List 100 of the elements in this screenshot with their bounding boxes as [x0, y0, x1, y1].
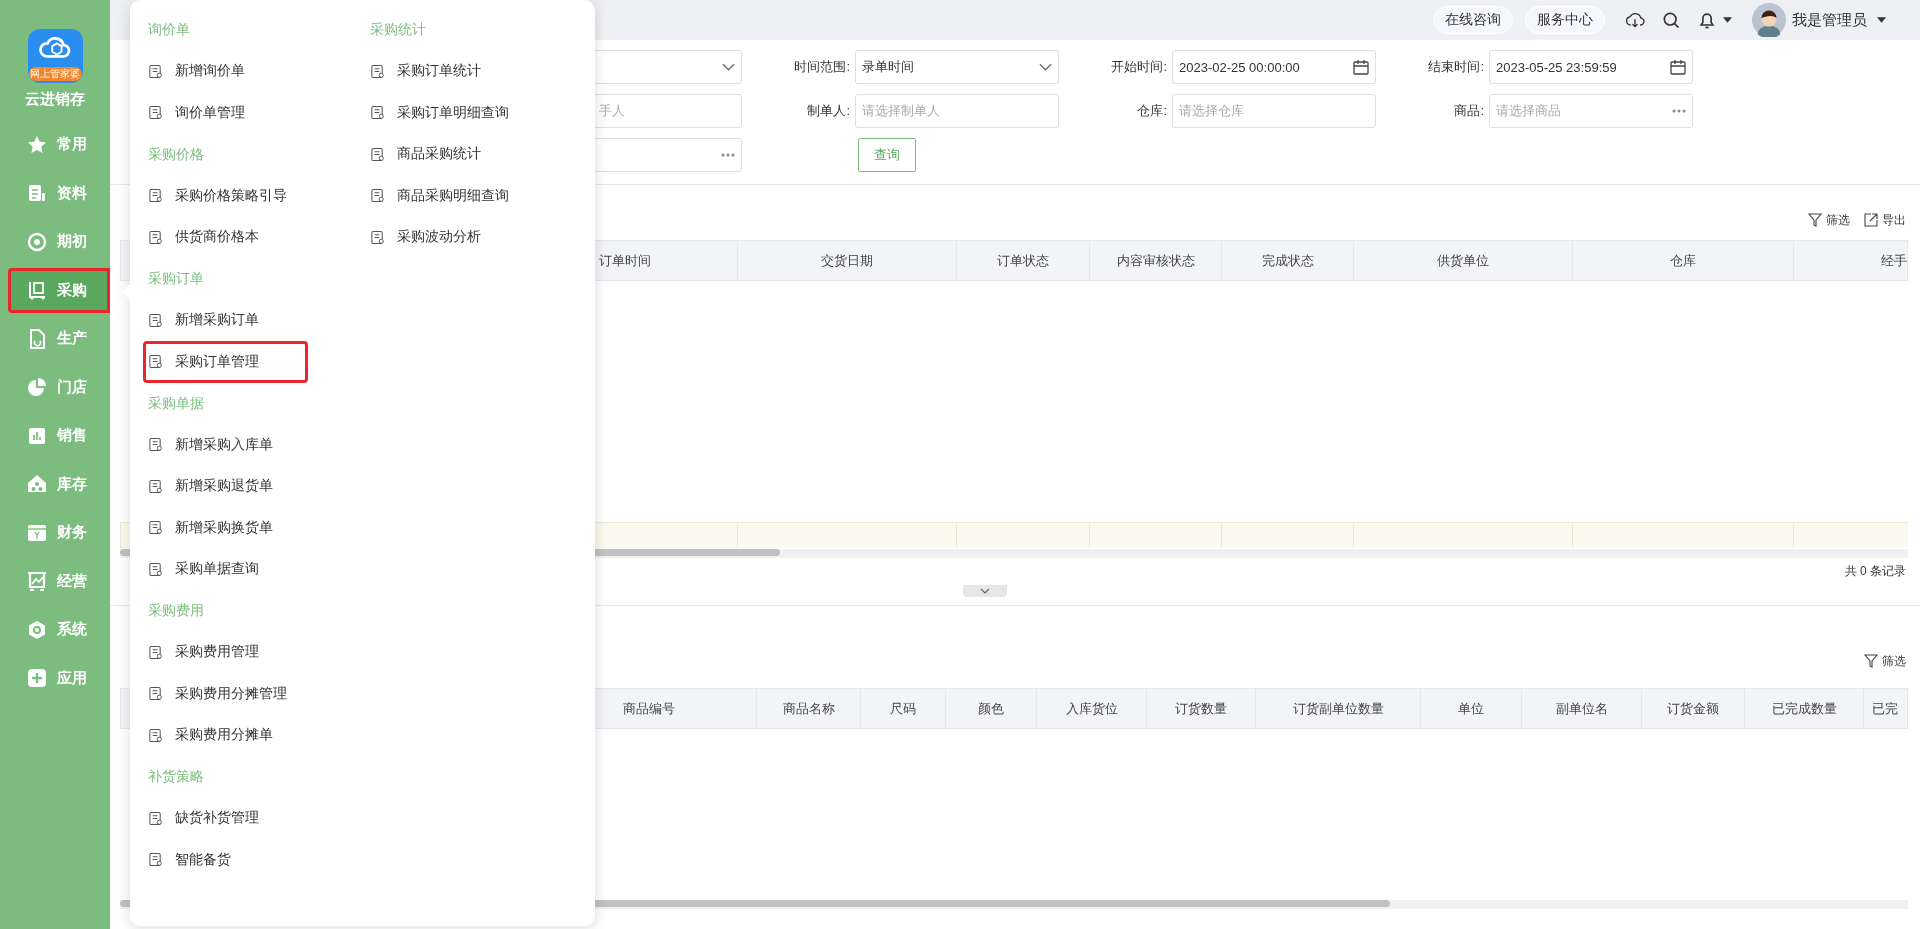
bell-icon[interactable] [1697, 10, 1717, 30]
menu-item[interactable]: 采购价格策略引导 [143, 175, 308, 217]
document-icon [148, 105, 163, 121]
header-button[interactable]: 服务中心 [1525, 6, 1605, 34]
menu-group-title: 采购费用 [147, 601, 205, 620]
menu-item[interactable]: 智能备货 [143, 839, 308, 881]
menu-item[interactable]: 采购订单统计 [365, 50, 530, 92]
caret-icon[interactable] [1877, 17, 1886, 23]
column-header: 商品编号 [622, 699, 675, 718]
avatar [1752, 3, 1786, 37]
pie-chart-icon [27, 377, 47, 397]
filter-icon [1808, 213, 1822, 227]
menu-item[interactable]: 商品采购明细查询 [365, 175, 530, 217]
document-icon [148, 63, 163, 79]
cloud-download-icon[interactable] [1625, 10, 1645, 30]
column-header: 已完 [1872, 699, 1898, 718]
menu-item[interactable]: 供货商价格本 [143, 216, 308, 258]
document-icon [370, 63, 385, 79]
menu-item[interactable]: 采购费用分摊单 [143, 714, 308, 756]
menu-item[interactable]: 采购订单明细查询 [365, 92, 530, 134]
column-header: 订货数量 [1175, 699, 1227, 718]
document-icon [370, 229, 385, 245]
toolbar-button[interactable]: 筛选 [1864, 652, 1906, 670]
menu-group-title: 询价单 [147, 20, 191, 39]
document-icon [370, 105, 385, 121]
date-field[interactable]: 2023-02-25 00:00:00 [1172, 50, 1376, 84]
column-header: 仓库 [1670, 251, 1696, 270]
field-label: 仓库: [1136, 102, 1167, 120]
menu-item[interactable]: 新增采购退货单 [143, 465, 308, 507]
menu-item[interactable]: 新增采购入库单 [143, 424, 308, 466]
calendar-icon [1670, 59, 1686, 75]
header-button[interactable]: 在线咨询 [1433, 6, 1513, 34]
hexagon-icon [27, 619, 47, 640]
column-header: 订货金额 [1667, 699, 1719, 718]
column-header: 经手 [1881, 251, 1907, 270]
toolbar-button[interactable]: 导出 [1864, 211, 1906, 229]
column-header: 订货副单位数量 [1292, 699, 1384, 718]
document-icon [148, 644, 163, 660]
menu-item[interactable]: 采购订单管理 [143, 341, 308, 383]
plus-icon [27, 668, 47, 688]
filter-icon [1864, 654, 1878, 668]
menu-item[interactable]: 新增询价单 [143, 50, 308, 92]
column-header: 颜色 [978, 699, 1004, 718]
column-header: 已完成数量 [1771, 699, 1837, 718]
file-icon [27, 328, 47, 349]
more-icon [1672, 109, 1686, 113]
caret-icon[interactable] [1723, 17, 1732, 23]
document-icon [148, 437, 163, 453]
search-icon[interactable] [1661, 10, 1681, 30]
house-icon [27, 474, 47, 494]
field-label: 商品: [1453, 102, 1484, 120]
date-field[interactable]: 2023-05-25 23:59:59 [1489, 50, 1693, 84]
chevron-down-icon [1039, 63, 1052, 71]
menu-item[interactable]: 缺货补货管理 [143, 797, 308, 839]
bar-chart-icon [27, 425, 47, 446]
field-label: 时间范围: [793, 58, 850, 76]
column-header: 供货单位 [1437, 251, 1489, 270]
select-field[interactable]: 录单时间 [855, 50, 1059, 84]
document-icon [370, 146, 385, 162]
column-header: 订单状态 [997, 251, 1049, 270]
menu-group-title: 补货策略 [147, 767, 205, 786]
document-icon [148, 686, 163, 702]
menu-group-title: 采购单据 [147, 393, 205, 413]
menu-group-title: 采购统计 [369, 20, 427, 39]
column-header: 订单时间 [599, 251, 651, 270]
menu-item[interactable]: 询价单管理 [143, 92, 308, 134]
user-name[interactable]: 我是管理员 [1792, 10, 1867, 30]
document-icon [148, 810, 163, 826]
chevron-down-icon [722, 63, 735, 71]
menu-item[interactable]: 采购单据查询 [143, 548, 308, 590]
menu-item[interactable]: 商品采购统计 [365, 133, 530, 175]
menu-item[interactable]: 采购费用分摊管理 [143, 673, 308, 715]
menu-group-title: 采购订单 [147, 269, 205, 288]
document-icon [148, 354, 163, 370]
column-header: 内容审核状态 [1116, 251, 1195, 270]
calendar-icon [1353, 59, 1369, 75]
column-header: 交货日期 [821, 251, 873, 270]
menu-item[interactable]: 新增采购订单 [143, 299, 308, 341]
column-header: 商品名称 [782, 699, 835, 718]
document-icon [148, 852, 163, 868]
document-icon [27, 183, 47, 203]
cart-icon [27, 280, 47, 300]
column-header: 尺码 [890, 699, 916, 718]
column-header: 单位 [1458, 699, 1484, 718]
document-icon [148, 561, 163, 577]
logo-badge: 网上管家婆 [28, 67, 82, 81]
toolbar-button[interactable]: 筛选 [1808, 211, 1850, 229]
document-icon [370, 188, 385, 204]
document-icon [148, 520, 163, 536]
document-icon [148, 188, 163, 204]
menu-item[interactable]: 采购费用管理 [143, 631, 308, 673]
collapse-handle[interactable] [963, 585, 1007, 597]
column-header: 完成状态 [1261, 251, 1314, 270]
document-icon [148, 478, 163, 494]
document-icon [148, 727, 163, 743]
menu-item[interactable]: 采购波动分析 [365, 216, 530, 258]
document-icon [148, 312, 163, 328]
menu-item[interactable]: 新增采购换货单 [143, 507, 308, 549]
column-header: 副单位名 [1555, 699, 1608, 718]
box-icon [27, 522, 47, 543]
